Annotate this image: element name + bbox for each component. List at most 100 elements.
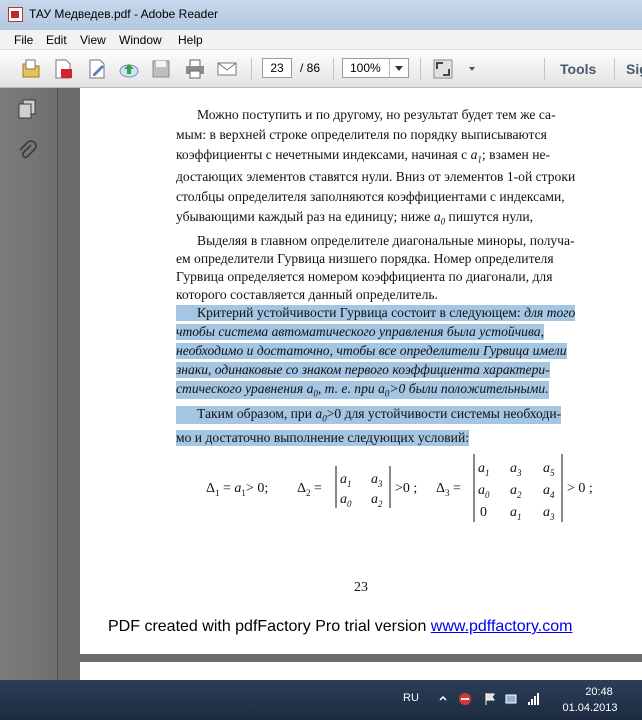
document-page: Можно поступить и по другому, но результ… — [80, 88, 642, 654]
svg-text:> 0 ;: > 0 ; — [567, 481, 593, 496]
p1-line-4: достающих элементов ставятся нули. Вниз … — [176, 169, 576, 184]
p3-line-1-text: Критерий устойчивости Гурвица состоит в … — [197, 305, 521, 320]
toolbar: 23 / 86 100% Tools Sign — [0, 50, 642, 88]
svg-text:Δ1 = a1> 0;: Δ1 = a1> 0; — [206, 481, 268, 498]
menu-window[interactable]: Window — [119, 33, 162, 47]
antivirus-icon[interactable] — [458, 692, 472, 706]
customize-chevron-icon[interactable] — [461, 58, 483, 80]
math-a0: a0 — [378, 381, 390, 399]
p1-line-3-text: коэффициенты с нечетными индексами, начи… — [176, 147, 468, 162]
signal-icon[interactable] — [527, 692, 541, 706]
svg-text:Δ3 =: Δ3 = — [436, 481, 461, 498]
p4-line-1-text: Таким образом, при — [197, 406, 312, 421]
p4-line-1: Таким образом, при a0>0 для устойчивости… — [176, 406, 562, 424]
svg-text:0: 0 — [480, 505, 487, 520]
menu-help[interactable]: Help — [178, 33, 203, 47]
open-icon[interactable] — [20, 58, 42, 80]
svg-text:a0: a0 — [478, 483, 490, 500]
edit-icon[interactable] — [86, 58, 108, 80]
svg-text:a1: a1 — [510, 505, 522, 522]
menu-file[interactable]: File — [14, 33, 33, 47]
svg-text:>0 ;: >0 ; — [395, 481, 417, 496]
p3-line-1-italic: для того — [524, 305, 576, 320]
taskbar: RU 20:48 01.04.2013 — [0, 680, 642, 720]
zoom-select[interactable]: 100% — [342, 58, 409, 78]
zoom-value: 100% — [350, 61, 381, 75]
page-total: / 86 — [300, 61, 321, 75]
p2-line-1: Выделяя в главном определителе диагональ… — [197, 233, 575, 248]
clock-date[interactable]: 01.04.2013 — [556, 702, 624, 714]
menu-bar: File Edit View Window Help — [0, 30, 642, 50]
math-a0: a0 — [433, 209, 446, 227]
next-page — [80, 662, 642, 680]
svg-text:a3: a3 — [371, 472, 383, 489]
svg-text:a0: a0 — [340, 492, 352, 509]
page-number: 23 — [354, 580, 368, 595]
create-pdf-icon[interactable] — [52, 58, 74, 80]
pdffactory-link[interactable]: www.pdffactory.com — [431, 618, 573, 635]
p1-line-1: Можно поступить и по другому, но результ… — [197, 107, 556, 122]
p1-line-2: мым: в верхней строке определителя по по… — [176, 127, 547, 142]
upload-icon[interactable] — [118, 58, 140, 80]
tray-chevron-icon[interactable] — [436, 692, 450, 706]
p4-line-1-text-end: >0 для устойчивости системы необходи- — [326, 406, 562, 421]
window-title: ТАУ Медведев.pdf - Adobe Reader — [29, 7, 219, 21]
p4-line-2: мо и достаточно выполнение следующих усл… — [176, 430, 470, 446]
p3-line-3: необходимо и достаточно, чтобы все опред… — [176, 343, 567, 359]
p3-line-5: стического уравнения a0, т. е. при a0>0 … — [176, 381, 549, 399]
tools-button[interactable]: Tools — [560, 61, 596, 77]
svg-text:Δ2 =: Δ2 = — [297, 481, 322, 498]
p2-line-3: Гурвица определяется номером коэффициент… — [176, 269, 553, 284]
p1-line-5: столбцы определителя заполняются коэффиц… — [176, 189, 565, 204]
adobe-reader-icon — [8, 7, 23, 22]
svg-text:a4: a4 — [543, 483, 555, 500]
toolbar-separator — [420, 58, 421, 80]
clock-time[interactable]: 20:48 — [569, 686, 629, 698]
hurwitz-formula: Δ1 = a1> 0; Δ2 = a1 a3 a0 a2 >0 ; Δ3 = a… — [206, 454, 593, 522]
p1-line-6: убывающими каждый раз на единицу; ниже a… — [176, 209, 533, 227]
svg-text:a5: a5 — [543, 461, 555, 478]
p3-line-1: Критерий устойчивости Гурвица состоит в … — [176, 305, 576, 321]
navigation-panel — [0, 88, 58, 680]
p1-line-6-text-end: пишутся нули, — [448, 209, 534, 224]
language-indicator[interactable]: RU — [403, 692, 419, 704]
p3-line-2: чтобы система автоматического управления… — [176, 324, 544, 340]
svg-text:a2: a2 — [371, 492, 383, 509]
toolbar-separator — [614, 58, 615, 80]
print-icon[interactable] — [184, 58, 206, 80]
math-a1: a1 — [470, 147, 482, 165]
email-icon[interactable] — [216, 58, 238, 80]
svg-text:a2: a2 — [510, 483, 522, 500]
zoom-dropdown-button[interactable] — [389, 59, 408, 77]
svg-text:a3: a3 — [510, 461, 522, 478]
attachments-icon[interactable] — [16, 140, 38, 162]
p1-line-3: коэффициенты с нечетными индексами, начи… — [176, 147, 626, 165]
p1-line-3-text-end: ; взамен не- — [481, 147, 551, 162]
toolbar-separator — [544, 58, 545, 80]
save-icon[interactable] — [150, 58, 172, 80]
p2-line-4: которого составляется данный определител… — [176, 287, 438, 302]
network-icon[interactable] — [505, 692, 519, 706]
svg-text:a3: a3 — [543, 505, 555, 522]
sign-button[interactable]: Sign — [626, 61, 642, 77]
title-bar: ТАУ Медведев.pdf - Adobe Reader — [0, 0, 642, 30]
watermark-text: PDF created with pdfFactory Pro trial ve… — [108, 618, 431, 635]
svg-text:a1: a1 — [478, 461, 490, 478]
p3-line-5-text-mid: , т. е. при — [317, 381, 375, 396]
menu-view[interactable]: View — [80, 33, 106, 47]
p3-line-5-text: стического уравнения — [176, 381, 304, 396]
pages-icon[interactable] — [16, 98, 38, 120]
p1-line-6-text: убывающими каждый раз на единицу; ниже — [176, 209, 431, 224]
page-number-input[interactable]: 23 — [262, 58, 292, 78]
p3-line-4: знаки, одинаковые со знаком первого коэф… — [176, 362, 550, 378]
fullscreen-icon[interactable] — [432, 58, 454, 80]
flag-icon[interactable] — [483, 692, 497, 706]
math-a0: a0 — [315, 406, 327, 424]
pdffactory-watermark: PDF created with pdfFactory Pro trial ve… — [108, 618, 572, 636]
menu-edit[interactable]: Edit — [46, 33, 67, 47]
toolbar-separator — [333, 58, 334, 80]
svg-text:a1: a1 — [340, 472, 352, 489]
toolbar-separator — [251, 58, 252, 80]
math-a0: a0 — [306, 381, 318, 399]
p3-line-5-text-end: >0 были положительными. — [389, 381, 549, 396]
